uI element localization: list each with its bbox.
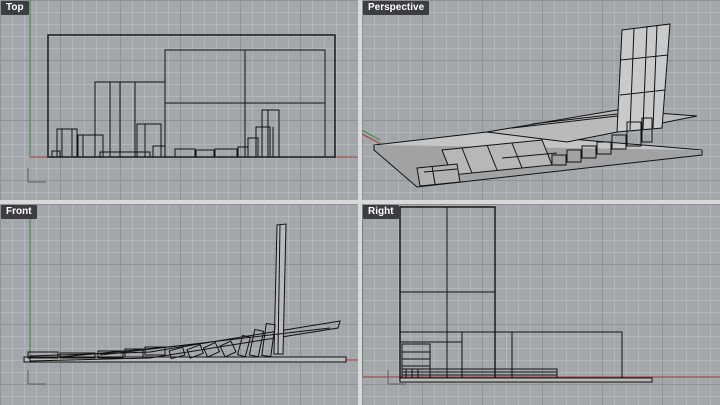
viewport-label-front[interactable]: Front [1, 205, 37, 219]
viewport-label-right[interactable]: Right [363, 205, 399, 219]
viewport-right-canvas[interactable] [362, 204, 720, 405]
rhino-workspace: Top Perspective Front Right [0, 0, 720, 405]
viewport-label-perspective[interactable]: Perspective [363, 1, 430, 15]
axis-gizmo-front [27, 370, 46, 385]
viewport-top[interactable]: Top [0, 0, 358, 200]
viewport-perspective[interactable]: Perspective [362, 0, 720, 200]
model-geometry-front[interactable] [23, 223, 347, 363]
viewport-front[interactable]: Front [0, 204, 358, 405]
model-geometry-right[interactable] [399, 206, 653, 383]
model-geometry-top[interactable] [47, 34, 336, 158]
viewport-label-top[interactable]: Top [1, 1, 29, 15]
viewport-front-canvas[interactable] [0, 204, 358, 405]
model-geometry-perspective[interactable] [372, 23, 703, 188]
viewport-top-canvas[interactable] [0, 0, 358, 200]
viewport-right[interactable]: Right [362, 204, 720, 405]
axis-gizmo-top [27, 168, 46, 183]
viewport-perspective-canvas[interactable] [362, 0, 720, 200]
